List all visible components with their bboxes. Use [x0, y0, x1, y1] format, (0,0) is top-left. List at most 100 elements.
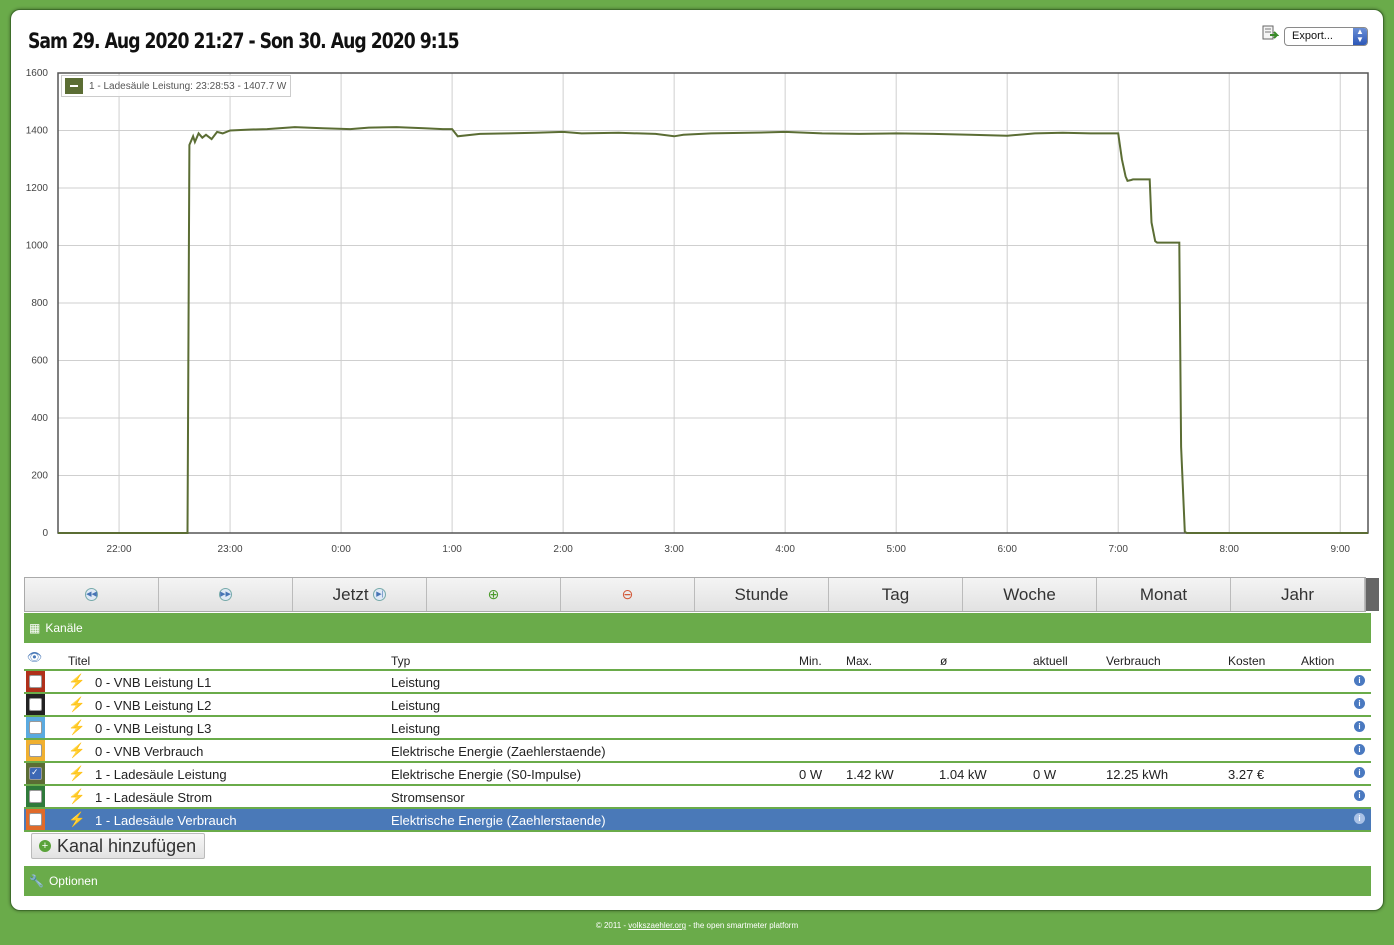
add-channel-button[interactable]: + Kanal hinzufügen	[31, 833, 206, 859]
channel-checkbox[interactable]	[29, 790, 42, 803]
channel-type: Leistung	[391, 721, 441, 736]
channel-color-cell	[26, 717, 45, 738]
channel-checkbox[interactable]	[29, 675, 42, 688]
wrench-icon: 🔧	[29, 874, 44, 888]
x-tick-label: 2:00	[553, 544, 573, 555]
fast-forward-icon: ▶▶	[219, 588, 232, 601]
info-icon[interactable]: i	[1354, 767, 1365, 778]
channel-row[interactable]: ⚡ 1 - Ladesäule Leistung Elektrische Energ…	[24, 763, 1371, 786]
options-section-bar[interactable]: 🔧 Optionen	[24, 866, 1371, 896]
nav-hour-button[interactable]: Stunde	[695, 578, 829, 611]
info-icon[interactable]: i	[1354, 813, 1365, 824]
channel-verbrauch: 12.25 kWh	[1106, 767, 1169, 782]
channel-type: Stromsensor	[391, 790, 465, 805]
add-icon: +	[39, 840, 51, 852]
col-type: Typ	[391, 654, 411, 668]
info-icon[interactable]: i	[1354, 721, 1365, 732]
add-channel-label: Kanal hinzufügen	[57, 835, 197, 856]
channel-color-cell	[26, 740, 45, 761]
channel-checkbox[interactable]	[29, 698, 42, 711]
bolt-icon: ⚡	[68, 788, 86, 804]
channel-checkbox[interactable]	[29, 767, 42, 780]
x-tick-label: 0:00	[331, 544, 351, 555]
x-tick-label: 5:00	[886, 544, 906, 555]
col-action: Aktion	[1301, 654, 1335, 668]
nav-now-button[interactable]: Jetzt ▶|	[293, 578, 427, 611]
nav-forward-button[interactable]: ▶▶	[159, 578, 293, 611]
channel-color-cell	[26, 671, 45, 692]
nav-scrollbar[interactable]	[1366, 578, 1379, 611]
legend-swatch[interactable]	[65, 78, 83, 94]
channel-title: 1 - Ladesäule Verbrauch	[95, 813, 237, 828]
info-icon[interactable]: i	[1354, 790, 1365, 801]
skip-forward-icon: ▶|	[373, 588, 387, 601]
time-nav-bar: ◀◀ ▶▶ Jetzt ▶| ⊕ ⊖ Stunde Tag Woche Mona…	[24, 577, 1379, 612]
info-icon[interactable]: i	[1354, 675, 1365, 686]
nav-year-button[interactable]: Jahr	[1231, 578, 1365, 611]
y-tick-label: 1000	[26, 241, 49, 252]
bolt-icon: ⚡	[68, 742, 86, 758]
channel-checkbox[interactable]	[29, 721, 42, 734]
channel-min: 0 W	[799, 767, 823, 782]
footer-prefix: © 2011 -	[595, 921, 629, 930]
footer-link[interactable]: volkszaehler.org	[628, 921, 686, 930]
rewind-icon: ◀◀	[85, 588, 98, 601]
col-title: Titel	[68, 654, 91, 668]
info-icon[interactable]: i	[1354, 744, 1365, 755]
y-tick-label: 1600	[26, 68, 49, 79]
chart-legend[interactable]: 1 - Ladesäule Leistung: 23:28:53 - 1407.…	[61, 75, 292, 97]
nav-week-button[interactable]: Woche	[963, 578, 1097, 611]
zoom-out-icon: ⊖	[621, 586, 634, 602]
channel-avg: 1.04 kW	[939, 767, 987, 782]
channel-row[interactable]: ⚡ 0 - VNB Leistung L3 Leistung i	[24, 717, 1371, 740]
x-tick-label: 1:00	[442, 544, 462, 555]
channel-title: 0 - VNB Leistung L1	[95, 675, 212, 690]
table-icon: ▦	[29, 621, 41, 635]
zoom-out-button[interactable]: ⊖	[561, 578, 695, 611]
col-avg: ø	[940, 654, 948, 668]
y-tick-label: 1200	[26, 183, 49, 194]
x-tick-label: 4:00	[775, 544, 795, 555]
y-tick-label: 0	[42, 528, 48, 539]
channel-color-cell	[26, 786, 45, 807]
bolt-icon: ⚡	[68, 719, 86, 735]
options-title: Optionen	[48, 874, 98, 888]
info-icon[interactable]: i	[1354, 698, 1365, 709]
channel-row[interactable]: ⚡ 0 - VNB Verbrauch Elektrische Energie (Z…	[24, 740, 1371, 763]
x-tick-label: 6:00	[997, 544, 1017, 555]
x-tick-label: 23:00	[218, 544, 243, 555]
channel-row[interactable]: ⚡ 1 - Ladesäule Strom Stromsensor i	[24, 786, 1371, 809]
channel-type: Leistung	[391, 698, 441, 713]
channel-color-cell	[26, 809, 45, 830]
y-tick-label: 200	[31, 471, 48, 482]
channel-kosten: 3.27 €	[1228, 767, 1265, 782]
channel-row[interactable]: ⚡ 0 - VNB Leistung L1 Leistung i	[24, 671, 1371, 694]
channel-row[interactable]: ⚡ 1 - Ladesäule Verbrauch Elektrische Ener…	[24, 809, 1371, 832]
channel-aktuell: 0 W	[1033, 767, 1057, 782]
channels-table-header: 👁 Titel Typ Min. Max. ø aktuell Verbrauc…	[24, 649, 1371, 671]
footer: © 2011 - volkszaehler.org - the open sma…	[0, 921, 1394, 930]
col-cost: Kosten	[1228, 654, 1266, 668]
nav-back-button[interactable]: ◀◀	[25, 578, 159, 611]
channels-section-bar[interactable]: ▦ Kanäle	[24, 613, 1371, 643]
bolt-icon: ⚡	[68, 696, 86, 712]
nav-month-button[interactable]: Monat	[1097, 578, 1231, 611]
channel-title: 1 - Ladesäule Leistung	[95, 767, 227, 782]
col-max: Max.	[846, 654, 873, 668]
x-tick-label: 3:00	[664, 544, 684, 555]
y-tick-label: 400	[31, 413, 48, 424]
channel-title: 0 - VNB Verbrauch	[95, 744, 204, 759]
bolt-icon: ⚡	[68, 673, 86, 689]
y-tick-label: 600	[31, 356, 48, 367]
col-min: Min.	[799, 654, 822, 668]
zoom-in-button[interactable]: ⊕	[427, 578, 561, 611]
visibility-eye-icon: 👁	[27, 650, 43, 664]
channel-title: 0 - VNB Leistung L3	[95, 721, 212, 736]
channel-row[interactable]: ⚡ 0 - VNB Leistung L2 Leistung i	[24, 694, 1371, 717]
channel-checkbox[interactable]	[29, 744, 42, 757]
nav-day-button[interactable]: Tag	[829, 578, 963, 611]
x-tick-label: 7:00	[1108, 544, 1128, 555]
channel-checkbox[interactable]	[29, 813, 42, 826]
footer-suffix: - the open smartmeter platform	[686, 921, 799, 930]
channel-type: Elektrische Energie (Zaehlerstaende)	[391, 813, 606, 828]
